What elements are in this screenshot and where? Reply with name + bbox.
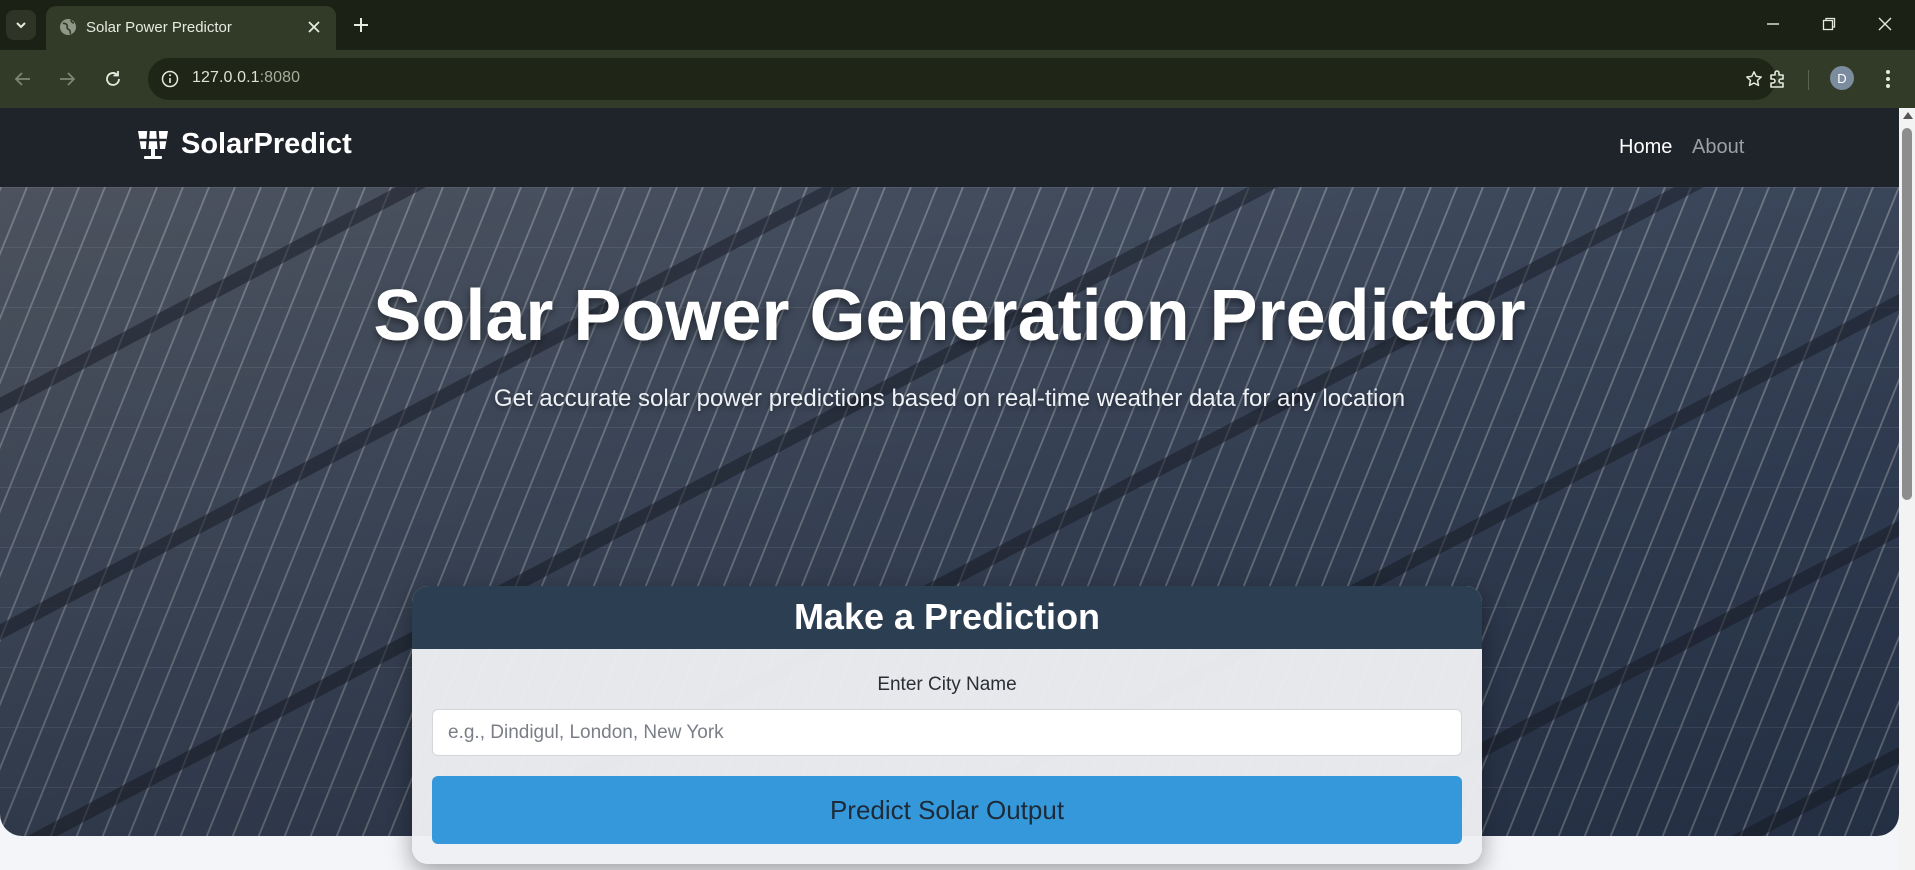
close-icon xyxy=(1878,17,1892,31)
forward-button[interactable] xyxy=(52,64,82,94)
solar-panel-icon xyxy=(138,130,168,159)
prediction-card-title: Make a Prediction xyxy=(793,596,1101,637)
extensions-button[interactable] xyxy=(1762,64,1794,94)
new-tab-button[interactable] xyxy=(346,10,376,40)
browser-tabstrip: Solar Power Predictor xyxy=(0,0,1915,50)
url-port: :8080 xyxy=(259,69,301,86)
address-bar[interactable]: 127.0.0.1:8080 xyxy=(148,58,1776,100)
brand-link[interactable]: SolarPredict xyxy=(134,128,352,161)
site-info-button[interactable] xyxy=(156,65,184,93)
scrollbar-thumb[interactable] xyxy=(1902,128,1912,500)
arrow-right-icon xyxy=(60,72,76,86)
more-vertical-icon xyxy=(1886,70,1890,88)
url-host: 127.0.0.1 xyxy=(192,69,260,86)
minimize-button[interactable] xyxy=(1746,0,1800,48)
brand-name: SolarPredict xyxy=(181,128,352,160)
chevron-down-icon xyxy=(16,22,26,29)
profile-avatar[interactable]: D xyxy=(1830,66,1854,90)
restore-button[interactable] xyxy=(1802,0,1856,48)
arrow-left-icon xyxy=(14,72,30,86)
nav-link-about[interactable]: About xyxy=(1692,136,1744,159)
star-icon xyxy=(1746,71,1762,87)
close-icon xyxy=(308,21,320,33)
city-input[interactable] xyxy=(432,709,1462,756)
page-viewport: SolarPredict Home About Solar Power Gene… xyxy=(0,108,1899,870)
url-text: 127.0.0.1:8080 xyxy=(192,69,300,87)
hero-subtitle: Get accurate solar power predictions bas… xyxy=(493,385,1406,412)
reload-button[interactable] xyxy=(98,64,128,94)
tab-search-button[interactable] xyxy=(6,10,36,40)
browser-menu-button[interactable] xyxy=(1872,64,1904,94)
minimize-icon xyxy=(1767,23,1779,25)
restore-icon xyxy=(1822,17,1836,31)
toolbar-separator xyxy=(1808,70,1809,90)
browser-tab-active[interactable]: Solar Power Predictor xyxy=(46,6,336,50)
plus-icon xyxy=(354,18,368,32)
close-window-button[interactable] xyxy=(1858,0,1912,48)
prediction-card: Make a Prediction Enter City Name Predic… xyxy=(412,586,1482,864)
info-icon xyxy=(161,70,179,88)
scroll-up-arrow-icon[interactable] xyxy=(1903,112,1913,119)
hero-title: Solar Power Generation Predictor xyxy=(373,276,1526,356)
browser-toolbar: 127.0.0.1:8080 xyxy=(0,50,1915,108)
predict-button[interactable]: Predict Solar Output xyxy=(432,776,1462,844)
puzzle-icon xyxy=(1770,70,1784,88)
site-navbar: SolarPredict Home About xyxy=(0,108,1899,187)
tab-close-button[interactable] xyxy=(302,15,326,39)
globe-icon xyxy=(60,19,76,35)
back-button[interactable] xyxy=(8,64,38,94)
page-scrollbar[interactable] xyxy=(1899,108,1915,870)
nav-link-home[interactable]: Home xyxy=(1619,136,1672,159)
reload-icon xyxy=(106,71,120,86)
prediction-card-header: Make a Prediction xyxy=(412,586,1482,649)
tab-title: Solar Power Predictor xyxy=(86,19,232,36)
city-field-label: Enter City Name xyxy=(877,674,1017,695)
